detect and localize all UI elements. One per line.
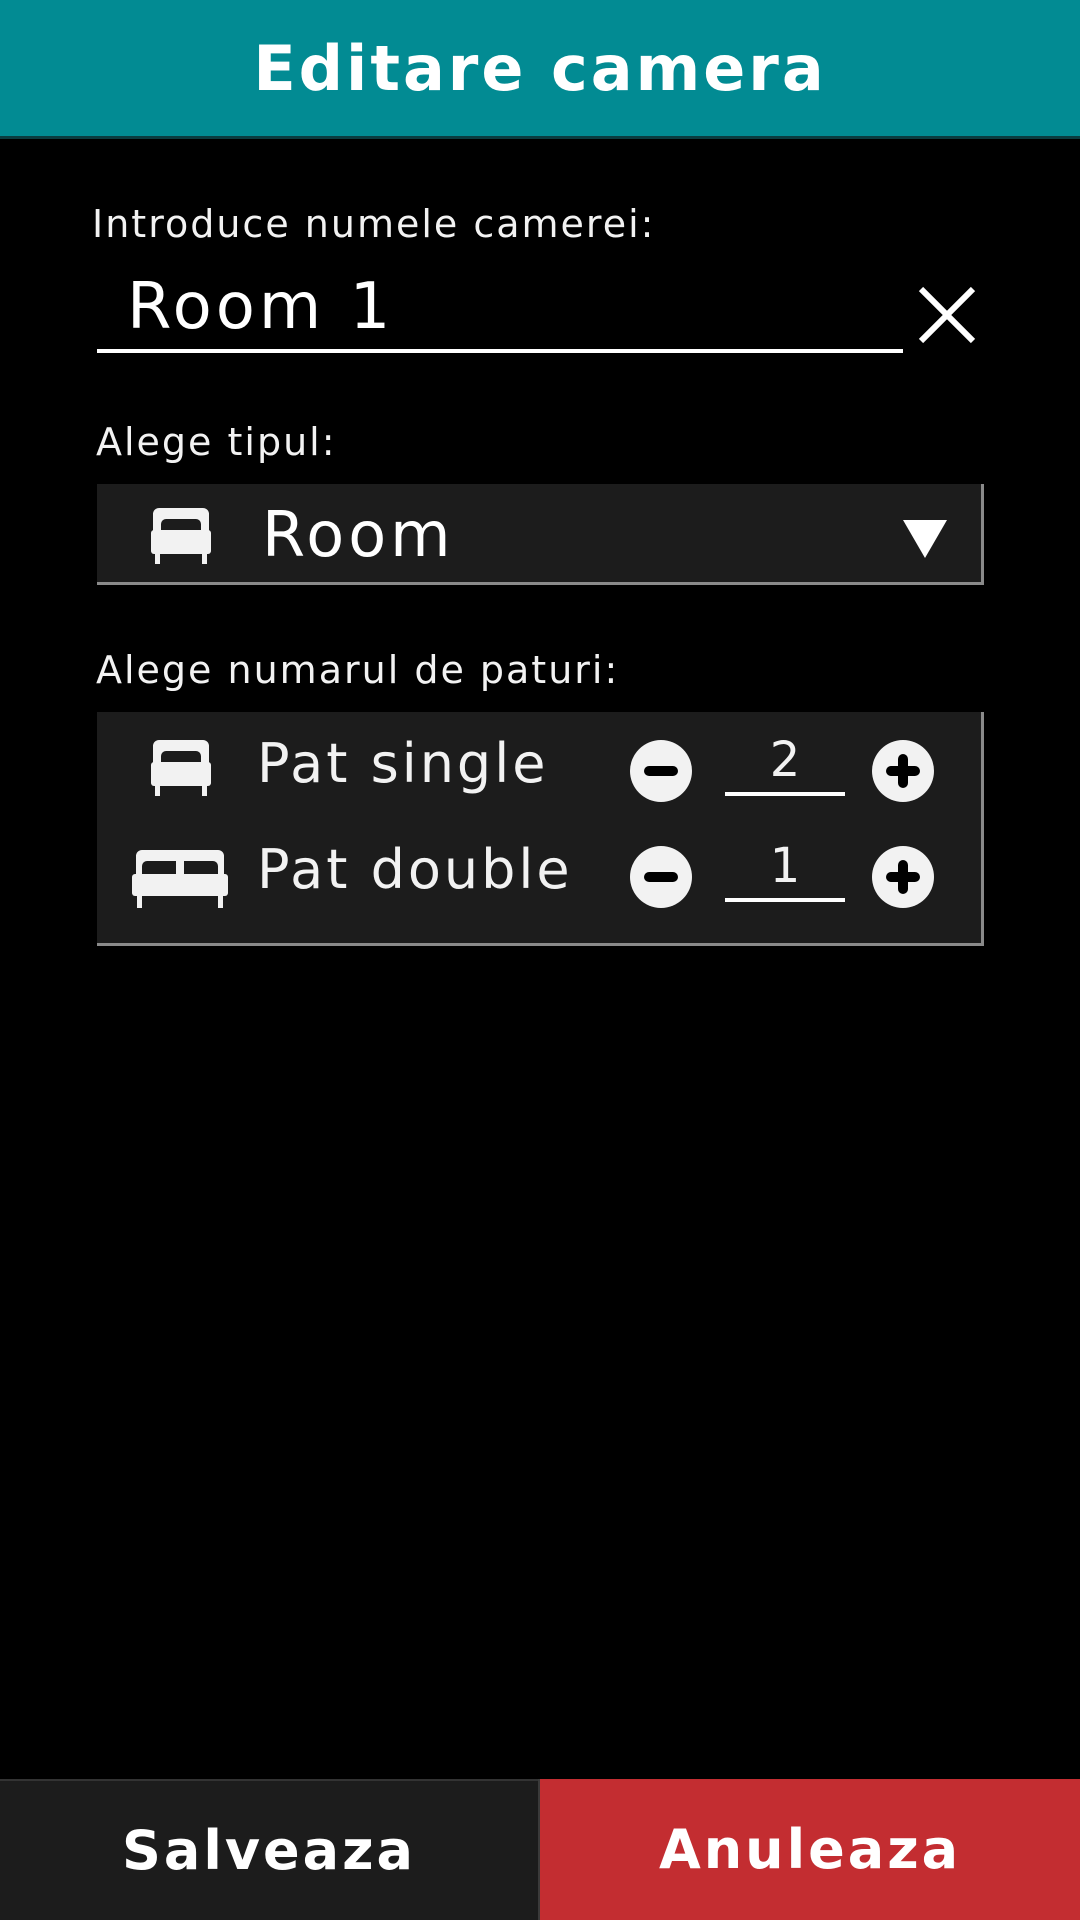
double-bed-count[interactable]: 1	[725, 838, 845, 902]
single-bed-icon	[149, 736, 213, 802]
plus-circle-icon	[872, 740, 934, 802]
room-name-label: Introduce numele camerei:	[92, 202, 656, 246]
minus-circle-icon	[630, 740, 692, 802]
clear-name-button[interactable]	[912, 280, 982, 350]
single-bed-icon	[149, 504, 213, 570]
bed-row-double: Pat double 1	[97, 838, 981, 942]
decrement-double-button[interactable]	[630, 846, 692, 908]
beds-panel: Pat single 2 Pat double 1	[97, 712, 984, 946]
beds-label: Alege numarul de paturi:	[96, 648, 620, 692]
increment-double-button[interactable]	[872, 846, 934, 908]
room-name-input[interactable]	[97, 265, 903, 353]
increment-single-button[interactable]	[872, 740, 934, 802]
bed-row-label: Pat single	[257, 732, 549, 795]
double-bed-icon	[130, 846, 230, 914]
minus-circle-icon	[630, 846, 692, 908]
room-type-value: Room	[262, 498, 455, 571]
page-title: Editare camera	[253, 31, 827, 105]
plus-circle-icon	[872, 846, 934, 908]
save-button[interactable]: Salveaza	[0, 1779, 538, 1920]
bed-row-single: Pat single 2	[97, 732, 981, 832]
single-bed-count[interactable]: 2	[725, 732, 845, 796]
room-type-dropdown[interactable]: Room	[97, 484, 984, 585]
cancel-button[interactable]: Anuleaza	[540, 1779, 1080, 1920]
header-bar: Editare camera	[0, 0, 1080, 139]
room-type-label: Alege tipul:	[96, 420, 337, 464]
bed-row-label: Pat double	[257, 838, 573, 901]
close-icon	[918, 286, 976, 344]
decrement-single-button[interactable]	[630, 740, 692, 802]
dropdown-triangle-icon	[903, 520, 947, 562]
